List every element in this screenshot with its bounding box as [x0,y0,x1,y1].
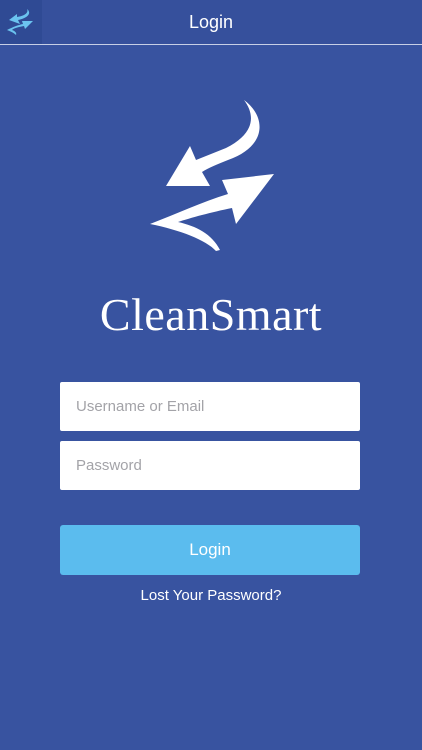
brand-name: CleanSmart [99,289,323,340]
navigation-bar: Login [0,0,422,45]
username-input[interactable] [60,382,360,431]
password-input[interactable] [60,441,360,490]
lost-password-link[interactable]: Lost Your Password? [0,587,422,604]
page-title: Login [188,12,234,32]
cleansmart-logo-icon [140,94,285,254]
login-button[interactable]: Login [60,525,360,575]
